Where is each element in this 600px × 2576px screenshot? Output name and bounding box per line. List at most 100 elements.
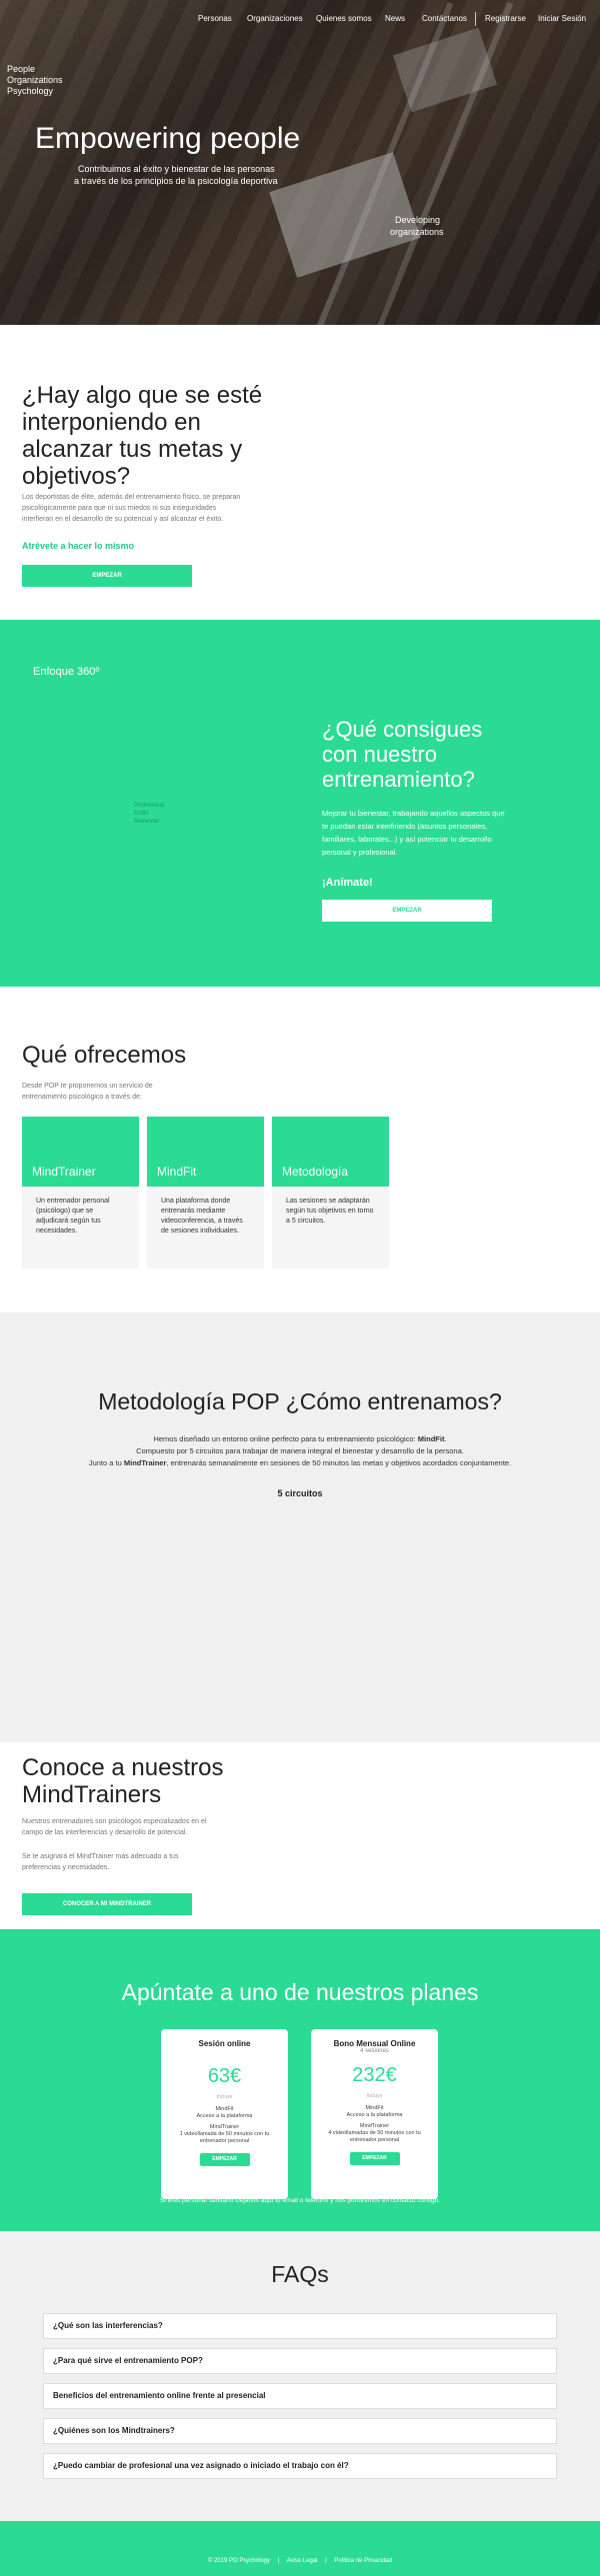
ofrecemos-text: Desde POP te proponemos un servicio de e…	[22, 1081, 153, 1103]
intro-text-line: Los deportistas de élite, además del ent…	[22, 494, 241, 501]
nav-news[interactable]: News	[385, 14, 405, 23]
offer-card-mindtrainer[interactable]: MindTrainer Un entrenador personal (psic…	[22, 1117, 139, 1269]
planes-heading: Apúntate a uno de nuestros planes	[121, 1979, 479, 2005]
logo-line[interactable]: Psychology	[7, 86, 53, 97]
card-text-line: videoconferencia, a través	[161, 1218, 243, 1225]
nav-divider	[475, 12, 476, 26]
card-text-line: a 5 circuitos.	[286, 1218, 326, 1225]
enfoque-heading: ¿Qué consigues con nuestro entrenamiento…	[322, 717, 482, 792]
intro-heading-line: objetivos?	[22, 463, 131, 490]
planes-section: Apúntate a uno de nuestros planes Si ere…	[0, 1929, 600, 2231]
plan-feature: Acceso a la plataforma	[346, 2112, 403, 2118]
faq-item[interactable]: ¿Quiénes son los Mindtrainers?	[43, 2418, 557, 2444]
plan-start-button[interactable]: EMPEZAR	[199, 2153, 250, 2166]
footer-legal-link[interactable]: Aviso Legal	[287, 2558, 318, 2564]
intro-start-button[interactable]: EMPEZAR	[22, 565, 192, 587]
card-header: Metodología	[272, 1117, 389, 1187]
card-title: Metodología	[282, 1165, 349, 1179]
trainers-text-line: Nuestros entrenadores son psicólogos esp…	[22, 1818, 207, 1825]
footer-privacy-link[interactable]: Política de Privacidad	[334, 2558, 392, 2564]
faq-item[interactable]: ¿Puedo cambiar de profesional una vez as…	[43, 2453, 557, 2479]
nav-organizaciones[interactable]: Organizaciones	[247, 14, 303, 23]
ofrecemos-text-line: Desde POP te proponemos un servicio de	[22, 1083, 153, 1090]
footer-separator: |	[325, 2558, 327, 2564]
trainers-heading-line: Conoce a nuestros	[22, 1754, 224, 1781]
diagram-label: Estilo	[134, 811, 149, 817]
enfoque-text-line: Mejorar tu bienestar, trabajando aquello…	[322, 809, 505, 818]
logo-line[interactable]: People	[7, 64, 35, 75]
faq-item[interactable]: Beneficios del entrenamiento online fren…	[43, 2383, 557, 2409]
trainers-text-line: preferencias y necesidades.	[22, 1864, 110, 1871]
intro-heading-line: alcanzar tus metas y	[22, 436, 243, 463]
footer: © 2019 PO Psychology | Aviso Legal | Pol…	[0, 2521, 600, 2576]
enfoque-text-line: te puedan estar interfiriendo (asuntos p…	[322, 822, 488, 831]
card-text-line: Las sesiones se adaptarán	[286, 1198, 370, 1205]
hero-subtitle: Contribuimos al éxito y bienestar de las…	[78, 164, 275, 174]
metodologia-heading: Metodología POP ¿Cómo entrenamos?	[98, 1388, 502, 1414]
nav-registrarse[interactable]: Registrarse	[485, 14, 526, 23]
hero-overlay	[0, 0, 600, 325]
meet-mindtrainer-button[interactable]: CONOCER A MI MINDTRAINER	[22, 1893, 192, 1915]
plan-feature: 1 videollamada de 50 minutos con tu	[179, 2131, 270, 2137]
intro-heading-line: ¿Hay algo que se esté	[22, 382, 263, 409]
trainers-text: Nuestros entrenadores son psicólogos esp…	[22, 1816, 206, 1838]
plan-price: 63€	[207, 2065, 242, 2087]
diagram-label: Bienestar	[134, 819, 160, 825]
nav-personas[interactable]: Personas	[198, 14, 232, 23]
trainers-heading-line: MindTrainers	[22, 1781, 162, 1808]
faq-item[interactable]: ¿Para qué sirve el entrenamiento POP?	[43, 2348, 557, 2374]
plan-price: 232€	[352, 2064, 397, 2086]
text-span: .	[444, 1434, 447, 1443]
intro-cta-text: Atrévete a hacer lo mismo	[22, 541, 135, 551]
hero-side-link[interactable]: Developing	[395, 215, 440, 226]
plan-feature: MindTrainer	[359, 2123, 390, 2129]
intro-heading-line: interponiendo en	[22, 409, 201, 436]
enfoque-text: Mejorar tu bienestar, trabajando aquello…	[322, 807, 505, 859]
enfoque-diagram: Profesional Estilo Bienestar	[134, 802, 164, 826]
enfoque-text-line: familiares, laborales...) y así potencia…	[322, 835, 492, 844]
plan-start-button[interactable]: EMPEZAR	[349, 2152, 400, 2165]
plan-feature: MindTrainer	[209, 2124, 240, 2130]
logo-line[interactable]: Organizations	[7, 75, 63, 86]
footer-links: © 2019 PO Psychology | Aviso Legal | Pol…	[0, 2558, 600, 2564]
plan-features: MindFit Acceso a la plataforma MindTrain…	[161, 2106, 288, 2145]
plan-card-sesion-online: Sesión online 63€ Incluye MindFit Acceso…	[161, 2029, 288, 2199]
nav-iniciar-sesion[interactable]: Iniciar Sesión	[538, 14, 586, 23]
intro-text: Los deportistas de élite, además del ent…	[22, 492, 240, 525]
plan-includes-label: Incluye	[366, 2093, 383, 2099]
trainers-text: Se te asignará el MindTrainer más adecua…	[22, 1851, 179, 1873]
intro-heading: ¿Hay algo que se esté interponiendo en a…	[22, 382, 262, 490]
circuitos-label: 5 circuitos	[277, 1488, 323, 1498]
enfoque-heading-line: con nuestro	[322, 742, 437, 767]
planes-note: Si eres personal sanitario Déjanos aquí …	[159, 2197, 441, 2204]
hero-side-link[interactable]: organizations	[390, 227, 444, 238]
mindtrainer-bold: MindTrainer	[123, 1458, 167, 1467]
footer-separator: |	[277, 2558, 280, 2564]
card-header: MindTrainer	[22, 1117, 139, 1187]
card-title: MindTrainer	[32, 1165, 96, 1179]
text-span: , entrenarás semanalmente en sesiones de…	[166, 1458, 512, 1467]
enfoque-heading-line: entrenamiento?	[322, 767, 475, 792]
hero-subtitle: a través de los principios de la psicolo…	[74, 176, 278, 186]
plan-feature: MindFit	[215, 2106, 234, 2112]
hero-section: Personas Organizaciones Quienes somos Ne…	[0, 0, 600, 325]
plan-name: Sesión online	[198, 2039, 251, 2048]
enfoque-start-button[interactable]: EMPEZAR	[322, 900, 492, 922]
card-text-line: de sesiones individuales.	[161, 1228, 239, 1235]
footer-copyright: © 2019 PO Psychology	[207, 2558, 270, 2564]
metodologia-text: Hemos diseñado un entorno online perfect…	[0, 1433, 600, 1469]
card-text-line: Una plataforma donde	[161, 1198, 231, 1205]
trainers-text-line: campo de las interferencias y desarrollo…	[22, 1829, 188, 1836]
mindfit-bold: MindFit	[417, 1434, 445, 1443]
trainers-text-line: Se te asignará el MindTrainer más adecua…	[22, 1853, 179, 1860]
nav-contactanos[interactable]: Contáctanos	[422, 14, 467, 23]
card-text-line: según tus objetivos en torno	[286, 1208, 374, 1215]
plan-feature: MindFit	[365, 2105, 384, 2111]
faq-item[interactable]: ¿Qué son las interferencias?	[43, 2313, 557, 2339]
plan-card-bono-mensual: Bono Mensual Online 4 sesiones 232€ Incl…	[311, 2029, 438, 2199]
nav-quienes-somos[interactable]: Quienes somos	[316, 14, 372, 23]
enfoque-heading-line: ¿Qué consigues	[322, 717, 483, 742]
offer-card-metodologia[interactable]: Metodología Las sesiones se adaptarán se…	[272, 1117, 389, 1269]
offer-card-mindfit[interactable]: MindFit Una plataforma donde entrenarás …	[147, 1117, 264, 1269]
card-text-line: (psicólogo) que se	[36, 1208, 94, 1215]
